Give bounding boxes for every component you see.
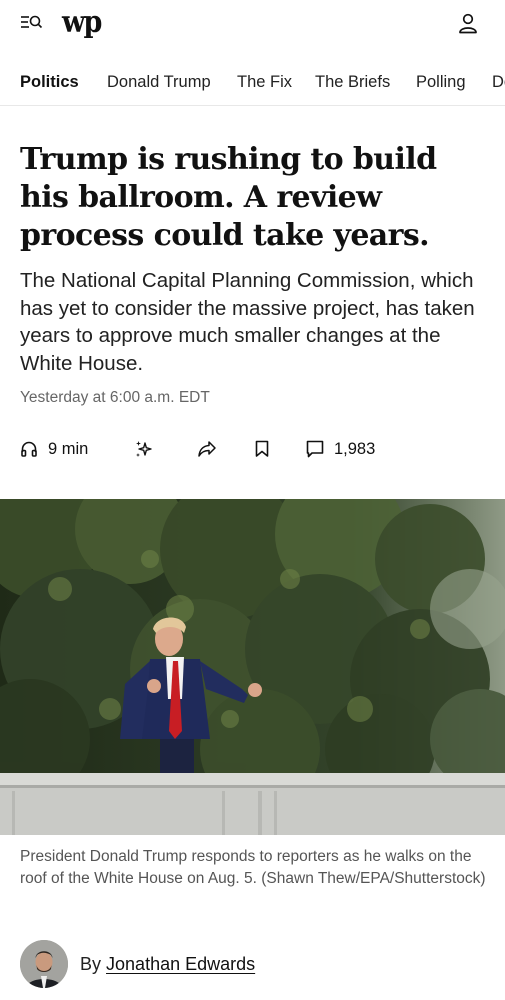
share-icon — [198, 441, 216, 457]
byline-text: By Jonathan Edwards — [80, 953, 255, 975]
author-link[interactable]: Jonathan Edwards — [106, 954, 255, 974]
nav-item-the-briefs[interactable]: The Briefs — [315, 72, 390, 92]
menu-search-icon[interactable] — [20, 13, 44, 33]
nav-item-politics[interactable]: Politics — [20, 72, 79, 92]
comment-icon — [306, 440, 324, 458]
headline: Trump is rushing to build his ballroom. … — [20, 142, 437, 253]
comments-button[interactable]: 1,983 — [306, 438, 375, 460]
wapo-logo[interactable]: wp — [62, 4, 102, 42]
dek: The National Capital Planning Commission… — [20, 269, 475, 375]
comments-count: 1,983 — [334, 440, 376, 458]
section-nav: Politics Donald Trump The Fix The Briefs… — [0, 56, 505, 106]
article-actions: 9 min 1,983 — [0, 434, 505, 464]
nav-item-polling[interactable]: Polling — [416, 72, 466, 92]
lead-photo — [0, 499, 505, 835]
listen-button[interactable]: 9 min — [20, 438, 88, 460]
sparkle-icon — [136, 441, 152, 457]
bookmark-button[interactable] — [254, 438, 270, 460]
account-icon[interactable] — [456, 11, 480, 35]
byline: By Jonathan Edwards — [20, 940, 255, 988]
share-button[interactable] — [197, 438, 217, 460]
nav-item-democracy[interactable]: Democracy — [492, 72, 505, 92]
ai-summary-button[interactable] — [134, 438, 154, 460]
timestamp: Yesterday at 6:00 a.m. EDT — [20, 389, 210, 406]
byline-prefix: By — [80, 954, 102, 974]
nav-item-donald-trump[interactable]: Donald Trump — [107, 72, 211, 92]
photo-caption: President Donald Trump responds to repor… — [20, 848, 486, 887]
bookmark-icon — [255, 440, 269, 457]
listen-duration: 9 min — [48, 440, 89, 458]
author-avatar[interactable] — [20, 940, 68, 988]
headphones-icon — [21, 441, 37, 457]
nav-item-the-fix[interactable]: The Fix — [237, 72, 292, 92]
top-bar: wp — [0, 0, 505, 48]
